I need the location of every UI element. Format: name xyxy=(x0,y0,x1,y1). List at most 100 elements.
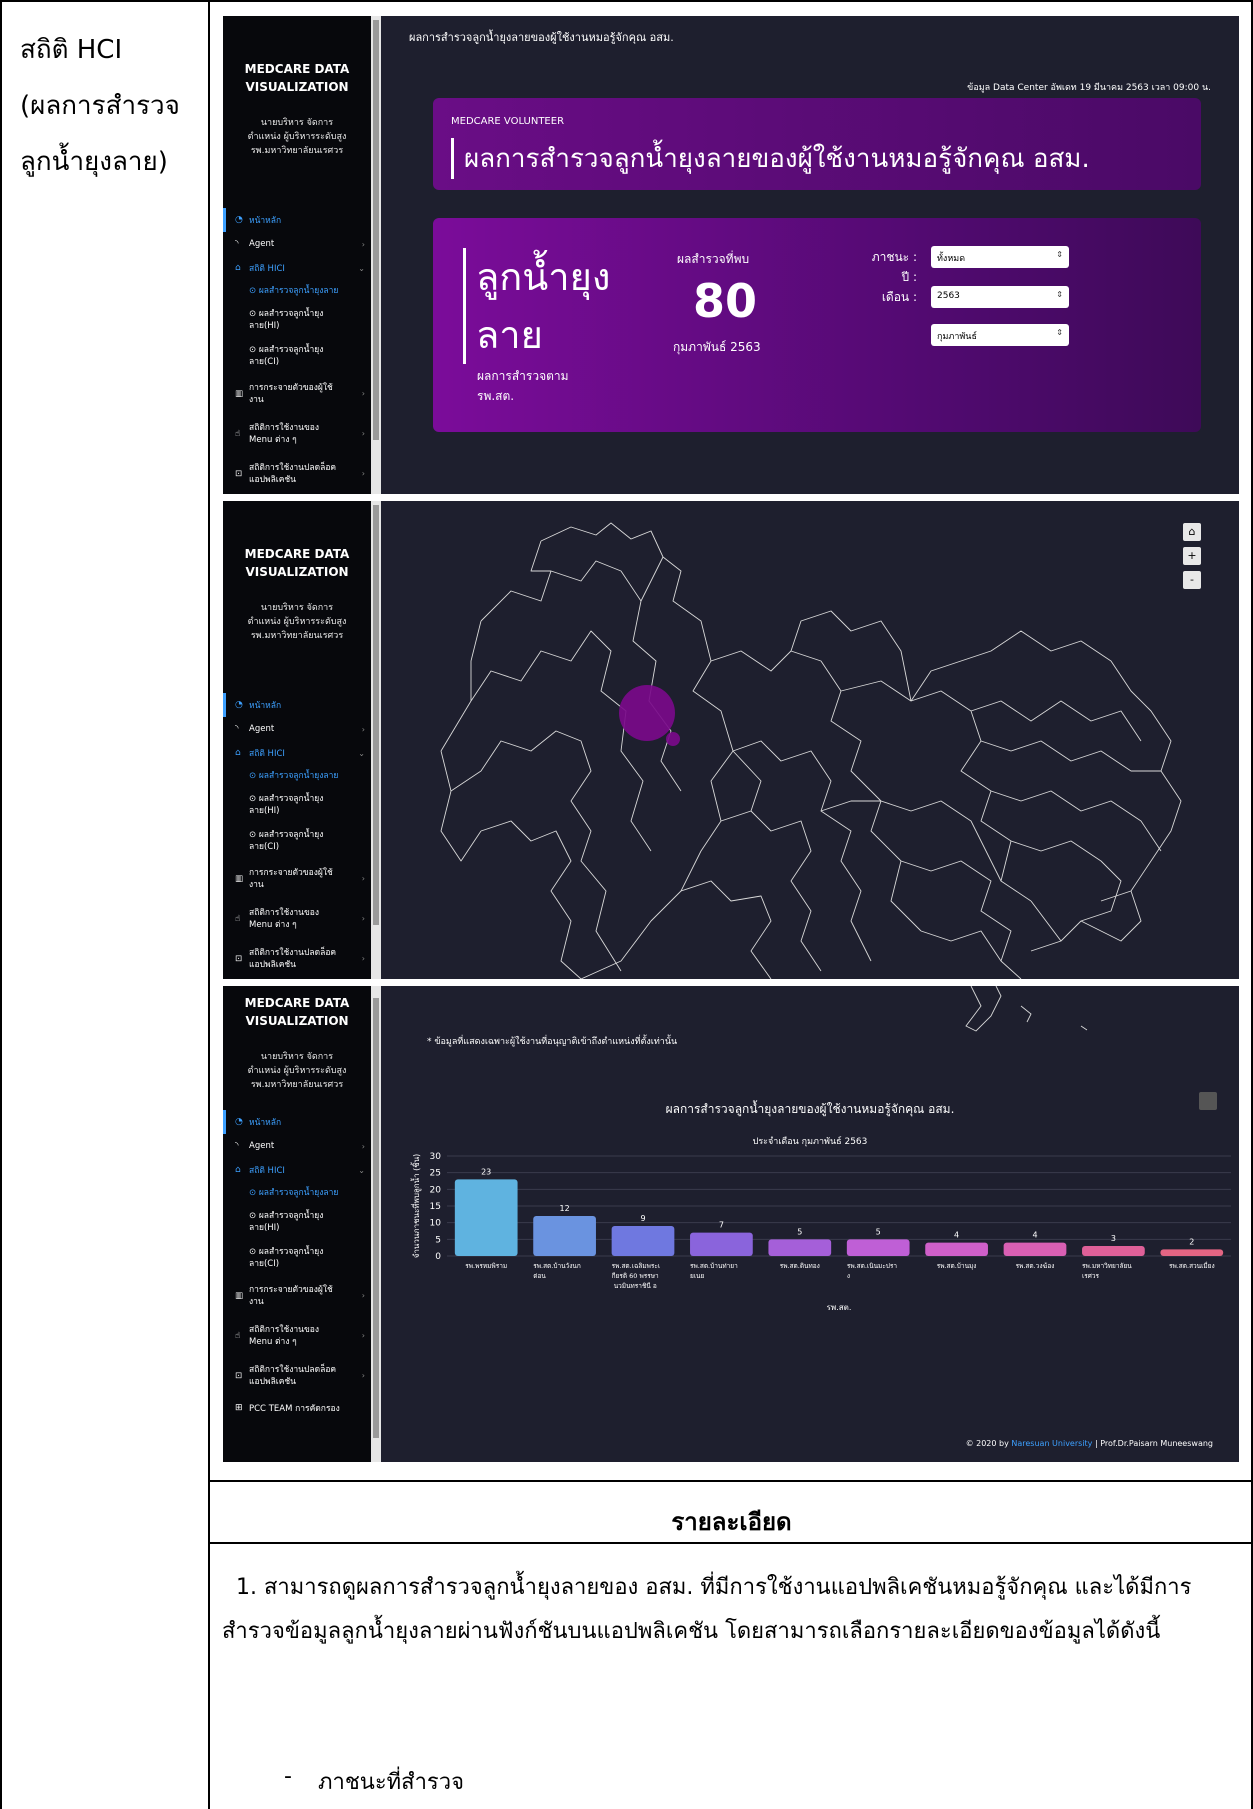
sidebar-item-menu-stats[interactable]: ☝ สถิติการใช้งานของ Menu ต่าง ๆ › xyxy=(223,1316,371,1356)
year-select[interactable]: 2563 ⇕ xyxy=(931,286,1069,308)
sidebar: MEDCARE DATA VISUALIZATION นายบริหาร จัด… xyxy=(223,16,371,494)
user-org: รพ.มหาวิทยาลัยนเรศวร xyxy=(250,146,344,156)
sidebar-subitem-larva[interactable]: ⊙ ผลสำรวจลูกน้ำยุงลาย xyxy=(223,765,371,787)
sidebar-item-label: Agent xyxy=(249,239,275,249)
sidebar-item-agent[interactable]: ◝ Agent › xyxy=(223,1134,371,1158)
sidebar-subitem-larva-ci[interactable]: ⊙ ผลสำรวจลูกน้ำยุง ลาย(CI) xyxy=(223,1240,371,1276)
subitem-label: ⊙ ผลสำรวจลูกน้ำยุง xyxy=(249,345,324,355)
sidebar-item-user-distribution[interactable]: ▥ การกระจายตัวของผู้ใช้ งาน › xyxy=(223,859,371,899)
map-boundary xyxy=(732,740,872,962)
main-content: ผลการสำรวจลูกน้ำยุงลายของผู้ใช้งานหมอรู้… xyxy=(381,16,1239,494)
map-zoom-in-button[interactable]: + xyxy=(1183,547,1201,565)
brand-line: MEDCARE DATA xyxy=(244,996,350,1010)
sidebar-item-label: การกระจายตัวของผู้ใช้ xyxy=(249,383,333,393)
chevron-down-icon: ⌄ xyxy=(358,263,365,273)
footer-org-link[interactable]: Naresuan University xyxy=(1011,1439,1092,1448)
sidebar-item-menu-stats[interactable]: ☝ สถิติการใช้งานของ Menu ต่าง ๆ › xyxy=(223,414,371,454)
brand-line: VISUALIZATION xyxy=(245,80,349,94)
map-zoom-out-button[interactable]: - xyxy=(1183,571,1201,589)
unlock-icon: ⊡ xyxy=(235,469,243,479)
scrollbar-thumb[interactable] xyxy=(373,998,379,1438)
scrollbar-thumb[interactable] xyxy=(373,505,379,925)
sidebar-subitem-larva-ci[interactable]: ⊙ ผลสำรวจลูกน้ำยุงลาย(CI) xyxy=(223,823,371,859)
select-value: 2563 xyxy=(937,291,960,301)
sidebar-subitem-larva[interactable]: ⊙ ผลสำรวจลูกน้ำยุงลาย xyxy=(223,280,371,302)
data-label: 5 xyxy=(797,1227,802,1236)
sidebar-subitem-larva-ci[interactable]: ⊙ ผลสำรวจลูกน้ำยุง ลาย(CI) xyxy=(223,338,371,374)
summary-card: ลูกน้ำยุง ลาย ผลการสำรวจตาม รพ.สต. ผลสำร… xyxy=(433,218,1201,432)
sidebar-item-label: Agent xyxy=(249,724,275,734)
sidebar-item-label: งาน xyxy=(249,395,264,405)
stat-label: ผลสำรวจที่พบ xyxy=(677,252,750,266)
sidebar-subitem-larva-hi[interactable]: ⊙ ผลสำรวจลูกน้ำยุงลาย(HI) xyxy=(223,1204,371,1240)
rss-icon: ◝ xyxy=(235,1141,239,1151)
stat-value: 80 xyxy=(693,274,758,328)
container-filter-label: ภาชนะ : xyxy=(871,250,917,264)
data-label: 9 xyxy=(640,1214,645,1223)
sidebar-item-user-distribution[interactable]: ▥ การกระจายตัวของผู้ใช้ งาน › xyxy=(223,1276,371,1316)
bar xyxy=(768,1239,832,1256)
map-boundary xyxy=(970,700,1142,742)
sidebar-item-home[interactable]: ◔ หน้าหลัก xyxy=(223,208,371,232)
user-position: ตำแหน่ง ผู้บริหารระดับสูง xyxy=(247,1066,347,1076)
sidebar-item-label: สถิติการใช้งานของ xyxy=(249,1325,320,1335)
screenshot-map: MEDCARE DATA VISUALIZATION นายบริหาร จัด… xyxy=(223,501,1239,979)
bar xyxy=(611,1226,675,1256)
sidebar-item-agent[interactable]: ◝ Agent › xyxy=(223,717,371,741)
map-home-button[interactable]: ⌂ xyxy=(1183,523,1201,541)
list-bullet: - xyxy=(284,1764,292,1789)
data-label: 3 xyxy=(1111,1234,1116,1243)
map-icon: ▥ xyxy=(235,874,244,884)
sidebar-subitem-larva-hi[interactable]: ⊙ ผลสำรวจลูกน้ำยุง ลาย(HI) xyxy=(223,787,371,823)
chevron-right-icon: › xyxy=(361,954,365,963)
user-info: นายบริหาร จัดการ ตำแหน่ง ผู้บริหารระดับส… xyxy=(223,601,371,643)
sidebar-item-home[interactable]: ◔ หน้าหลัก xyxy=(223,1110,371,1134)
map-boundary xyxy=(680,880,772,979)
month-select[interactable]: กุมภาพันธ์ ⇕ xyxy=(931,324,1069,346)
home-icon: ⌂ xyxy=(235,748,241,758)
document-page: สถิติ HCI (ผลการสำรวจ ลูกน้ำยุงลาย) MEDC… xyxy=(0,0,1253,1809)
bar xyxy=(1003,1242,1067,1256)
sidebar-item-hci[interactable]: ⌂ สถิติ HICI ⌄ xyxy=(223,741,371,765)
month-filter-label: เดือน : xyxy=(881,290,917,304)
sidebar-item-label: แอปพลิเคชัน xyxy=(249,960,296,970)
province-map[interactable] xyxy=(381,501,1239,979)
container-select[interactable]: ทั้งหมด ⇕ xyxy=(931,246,1069,268)
sidebar-item-unlock-stats[interactable]: ⊡ สถิติการใช้งานปลดล็อค แอปพลิเคชัน › xyxy=(223,1356,371,1396)
subitem-label: ⊙ ผลสำรวจลูกน้ำยุง xyxy=(249,830,324,840)
brand-line: MEDCARE DATA xyxy=(244,547,350,561)
map-boundary xyxy=(480,820,582,979)
chevron-right-icon: › xyxy=(361,1371,365,1380)
sidebar-item-label: PCC TEAM การคัดกรอง xyxy=(249,1404,340,1414)
sidebar-item-label: สถิติการใช้งานปลดล็อค xyxy=(249,1365,337,1375)
chevron-right-icon: › xyxy=(361,914,365,923)
select-value: กุมภาพันธ์ xyxy=(937,332,977,342)
screenshot-dashboard-summary: MEDCARE DATA VISUALIZATION นายบริหาร จัด… xyxy=(223,16,1239,494)
sidebar-item-hci[interactable]: ⌂ สถิติ HICI ⌄ xyxy=(223,1158,371,1182)
sidebar-item-home[interactable]: ◔ หน้าหลัก xyxy=(223,693,371,717)
bar xyxy=(1082,1246,1145,1256)
sidebar-subitem-larva[interactable]: ⊙ ผลสำรวจลูกน้ำยุงลาย xyxy=(223,1182,371,1204)
sidebar-item-user-distribution[interactable]: ▥ การกระจายตัวของผู้ใช้ งาน › xyxy=(223,374,371,414)
sidebar-item-menu-stats[interactable]: ☝ สถิติการใช้งานของ Menu ต่าง ๆ › xyxy=(223,899,371,939)
sidebar-item-agent[interactable]: ◝ Agent › xyxy=(223,232,371,256)
subitem-label: ลาย(CI) xyxy=(249,842,280,852)
sidebar-item-hci[interactable]: ⌂ สถิติ HICI ⌄ xyxy=(223,256,371,280)
sidebar-subitem-larva-hi[interactable]: ⊙ ผลสำรวจลูกน้ำยุง ลาย(HI) xyxy=(223,302,371,338)
user-position: ตำแหน่ง ผู้บริหารระดับสูง xyxy=(247,132,347,142)
scrollbar-thumb[interactable] xyxy=(373,20,379,440)
data-label: 12 xyxy=(560,1204,570,1213)
subitem-label: ลาย(HI) xyxy=(249,806,280,816)
map-boundary xyxy=(450,730,622,972)
sidebar-item-label: สถิติการใช้งานของ xyxy=(249,423,320,433)
subitem-label: ลาย(HI) xyxy=(249,1223,280,1233)
footer-prefix: © 2020 by xyxy=(965,1439,1009,1448)
row-label-line: สถิติ HCI xyxy=(20,35,123,65)
map-area[interactable]: ⌂ + - xyxy=(381,501,1239,979)
subitem-label: ⊙ ผลสำรวจลูกน้ำยุง xyxy=(249,1211,324,1221)
map-boundary xyxy=(470,630,652,852)
sidebar-item-unlock-stats[interactable]: ⊡ สถิติการใช้งานปลดล็อค แอปพลิเคชัน › xyxy=(223,454,371,494)
sidebar-item-pcc[interactable]: ⊞ PCC TEAM การคัดกรอง xyxy=(223,1396,371,1420)
sidebar-item-unlock-stats[interactable]: ⊡ สถิติการใช้งานปลดล็อค แอปพลิเคชัน › xyxy=(223,939,371,979)
x-tick-label: รพ.สต.วงฆ้อง xyxy=(1016,1262,1055,1270)
